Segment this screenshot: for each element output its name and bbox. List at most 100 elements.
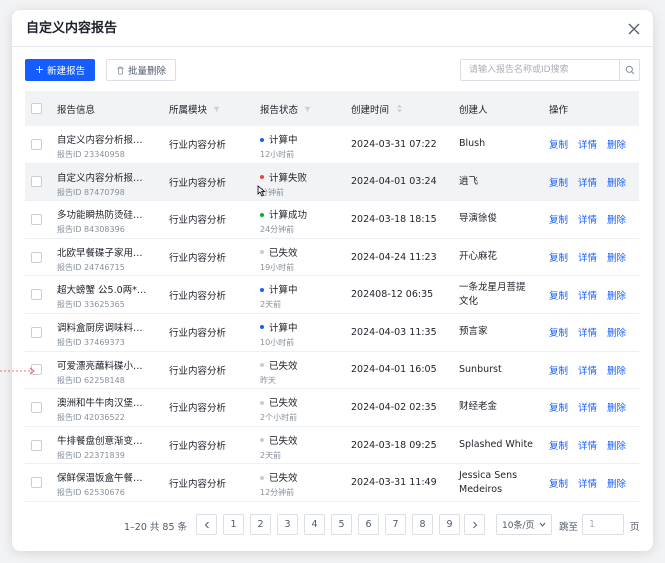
creator: Splashed White — [459, 438, 533, 452]
delete-link[interactable]: 删除 — [607, 215, 626, 226]
report-dialog: 自定义内容报告 + 新建报告 批量删除 报告信息 所属模块 — [12, 10, 653, 551]
row-actions: 复制 详情 删除 — [549, 250, 636, 264]
page-button[interactable]: 7 — [385, 514, 406, 535]
filter-icon[interactable] — [304, 106, 311, 113]
header-info: 报告信息 — [57, 104, 96, 116]
report-name[interactable]: 调料盒厨房调味料… — [57, 320, 143, 334]
creator: Blush — [459, 137, 485, 151]
delete-link[interactable]: 删除 — [607, 479, 626, 490]
detail-link[interactable]: 详情 — [578, 403, 597, 414]
status-dot — [260, 363, 264, 368]
chevron-down-icon — [539, 522, 546, 527]
row-checkbox[interactable] — [31, 401, 42, 413]
report-name[interactable]: 多功能瞬热防烫硅… — [57, 207, 143, 221]
delete-link[interactable]: 删除 — [607, 441, 626, 452]
status-dot — [260, 175, 264, 180]
detail-link[interactable]: 详情 — [578, 366, 597, 377]
creator: 导演徐俊 — [459, 212, 497, 226]
detail-link[interactable]: 详情 — [578, 441, 597, 452]
table-row: 牛排餐盘创意渐变… 报告ID 22371839 行业内容分析 已失效 2天前 2… — [25, 427, 639, 465]
report-name[interactable]: 澳洲和牛牛肉汉堡… — [57, 395, 143, 409]
report-name[interactable]: 北欧早餐碟子家用… — [57, 245, 143, 259]
creator: Jessica Sens Medeiros — [459, 469, 517, 497]
delete-link[interactable]: 删除 — [607, 291, 626, 302]
copy-link[interactable]: 复制 — [549, 328, 568, 339]
filter-icon[interactable] — [213, 106, 220, 113]
page-button[interactable]: 6 — [358, 514, 379, 535]
goto-input[interactable]: 1 — [582, 514, 624, 535]
report-name[interactable]: 超大螃蟹 公5.0两*… — [57, 282, 146, 296]
delete-link[interactable]: 删除 — [607, 140, 626, 151]
row-checkbox[interactable] — [31, 176, 42, 188]
status-dot — [260, 212, 264, 217]
page-button[interactable]: 5 — [331, 514, 352, 535]
row-checkbox[interactable] — [31, 251, 42, 263]
report-status: 已失效 2天前 — [260, 433, 298, 461]
report-name[interactable]: 自定义内容分析报… — [57, 170, 143, 184]
row-checkbox[interactable] — [31, 289, 42, 301]
delete-link[interactable]: 删除 — [607, 253, 626, 264]
table-header: 报告信息 所属模块 报告状态 创建时间 创建人 操作 — [25, 91, 639, 126]
batch-delete-button[interactable]: 批量删除 — [106, 59, 176, 81]
report-id: 报告ID 22371839 — [57, 450, 125, 460]
report-info: 澳洲和牛牛肉汉堡… 报告ID 42036522 — [57, 395, 143, 423]
search-input[interactable] — [461, 60, 619, 80]
detail-link[interactable]: 详情 — [578, 178, 597, 189]
header-status[interactable]: 报告状态 — [260, 102, 311, 116]
row-actions: 复制 详情 删除 — [549, 438, 636, 452]
delete-link[interactable]: 删除 — [607, 178, 626, 189]
delete-link[interactable]: 删除 — [607, 403, 626, 414]
row-checkbox[interactable] — [31, 439, 42, 451]
dialog-title: 自定义内容报告 — [26, 21, 118, 36]
copy-link[interactable]: 复制 — [549, 253, 568, 264]
page-button[interactable]: 3 — [277, 514, 298, 535]
row-checkbox[interactable] — [31, 138, 42, 150]
detail-link[interactable]: 详情 — [578, 140, 597, 151]
copy-link[interactable]: 复制 — [549, 291, 568, 302]
copy-link[interactable]: 复制 — [549, 441, 568, 452]
report-name[interactable]: 牛排餐盘创意渐变… — [57, 433, 143, 447]
select-all-checkbox[interactable] — [31, 103, 42, 114]
sort-icon[interactable] — [396, 104, 403, 113]
copy-link[interactable]: 复制 — [549, 366, 568, 377]
page-button[interactable]: 1 — [223, 514, 244, 535]
delete-link[interactable]: 删除 — [607, 366, 626, 377]
copy-link[interactable]: 复制 — [549, 403, 568, 414]
chevron-left-icon — [204, 521, 209, 528]
report-info: 超大螃蟹 公5.0两*… 报告ID 33625365 — [57, 282, 146, 310]
copy-link[interactable]: 复制 — [549, 178, 568, 189]
detail-link[interactable]: 详情 — [578, 291, 597, 302]
report-name[interactable]: 可爱漂亮蘸料碟小… — [57, 358, 143, 372]
next-page-button[interactable] — [464, 514, 485, 535]
detail-link[interactable]: 详情 — [578, 328, 597, 339]
row-checkbox[interactable] — [31, 213, 42, 225]
new-report-button[interactable]: + 新建报告 — [25, 59, 95, 81]
copy-link[interactable]: 复制 — [549, 140, 568, 151]
copy-link[interactable]: 复制 — [549, 215, 568, 226]
prev-page-button[interactable] — [196, 514, 217, 535]
delete-link[interactable]: 删除 — [607, 328, 626, 339]
row-checkbox[interactable] — [31, 326, 42, 338]
report-name[interactable]: 自定义内容分析报… — [57, 132, 143, 146]
search-button[interactable] — [619, 60, 639, 80]
row-checkbox[interactable] — [31, 477, 42, 489]
chevron-right-icon — [472, 521, 477, 528]
header-created[interactable]: 创建时间 — [351, 102, 403, 116]
detail-link[interactable]: 详情 — [578, 479, 597, 490]
detail-link[interactable]: 详情 — [578, 253, 597, 264]
page-button[interactable]: 4 — [304, 514, 325, 535]
close-icon[interactable] — [627, 22, 641, 36]
creator-name: 一条龙星月菩提 — [459, 281, 526, 293]
status-dot — [260, 438, 264, 443]
header-module[interactable]: 所属模块 — [169, 102, 220, 116]
report-name[interactable]: 保鲜保温饭盒午餐… — [57, 470, 143, 484]
creator: 预言家 — [459, 325, 488, 339]
page-button[interactable]: 8 — [412, 514, 433, 535]
copy-link[interactable]: 复制 — [549, 479, 568, 490]
status-label: 计算失败 — [269, 172, 308, 184]
status-label: 计算中 — [269, 135, 298, 146]
page-button[interactable]: 9 — [439, 514, 460, 535]
page-button[interactable]: 2 — [250, 514, 271, 535]
detail-link[interactable]: 详情 — [578, 215, 597, 226]
page-size-select[interactable]: 10条/页 — [496, 514, 552, 535]
